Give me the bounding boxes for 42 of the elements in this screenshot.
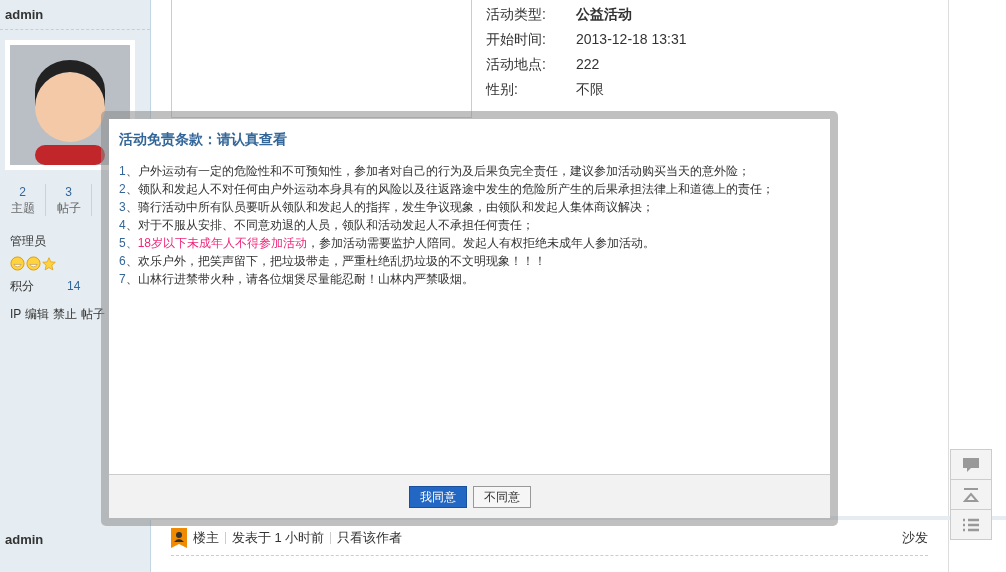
star-icon bbox=[42, 256, 56, 271]
term-text: 4、对于不服从安排、不同意劝退的人员，领队和活动发起人不承担任何责任； bbox=[119, 217, 535, 234]
info-value: 222 bbox=[576, 55, 600, 74]
user-group: 管理员 bbox=[10, 232, 46, 250]
info-label: 性别: bbox=[486, 80, 519, 99]
info-label: 活动类型: bbox=[486, 5, 547, 24]
info-value: 公益活动 bbox=[576, 5, 632, 24]
list-icon[interactable] bbox=[950, 509, 992, 540]
stat-label: 帖子 bbox=[56, 200, 81, 216]
action-link[interactable]: IP bbox=[10, 305, 22, 323]
term-text: 2、领队和发起人不对任何由户外运动本身具有的风险以及往返路途中发生的危险所产生的后果承担法律上和道德上的责任； bbox=[119, 181, 775, 198]
author-only-link[interactable]: 只看该作者 bbox=[337, 527, 403, 548]
username[interactable]: admin bbox=[5, 532, 44, 547]
author-label: 楼主 bbox=[193, 528, 219, 547]
term-text: 1、户外运动有一定的危险性和不可预知性，参加者对自己的行为及后果负完全责任，建议参加活动购买当天的意外险； bbox=[119, 163, 751, 180]
floor-label: 沙发 bbox=[902, 528, 928, 547]
username[interactable]: admin bbox=[5, 4, 44, 25]
info-label: 活动地点: bbox=[486, 55, 547, 74]
agree-button[interactable]: 我同意 bbox=[408, 485, 467, 508]
term-text: 7、山林行进禁带火种，请各位烟煲尽量能忍耐！山林内严禁吸烟。 bbox=[119, 271, 475, 288]
info-value: 不限 bbox=[576, 80, 604, 99]
smiley-icon bbox=[10, 256, 25, 271]
stat-value[interactable]: 2 bbox=[19, 184, 26, 200]
term-text: 3、骑行活动中所有队员要听从领队和发起人的指挥，发生争议现象，由领队和发起人集体商议解决； bbox=[119, 199, 655, 216]
comment-icon[interactable] bbox=[950, 449, 992, 480]
points-value[interactable]: 14 bbox=[67, 277, 81, 295]
author-icon bbox=[171, 527, 187, 548]
info-label: 开始时间: bbox=[486, 30, 547, 49]
action-link[interactable]: 禁止 bbox=[53, 305, 78, 323]
post-time: 发表于 1 小时前 bbox=[232, 528, 325, 547]
term-text: 5、18岁以下未成年人不得参加活动，参加活动需要监护人陪同。发起人有权拒绝未成年人参加活动。 bbox=[119, 235, 657, 252]
disagree-button[interactable]: 不同意 bbox=[472, 485, 531, 508]
smiley-icon bbox=[26, 256, 41, 271]
info-value: 2013-12-18 13:31 bbox=[576, 30, 687, 49]
points-label: 积分 bbox=[10, 278, 35, 295]
action-link[interactable]: 帖子 bbox=[81, 305, 106, 323]
term-text: 6、欢乐户外，把笑声留下，把垃圾带走，严重杜绝乱扔垃圾的不文明现象！！！ bbox=[119, 253, 547, 270]
dialog-title: 活动免责条款：请认真查看 bbox=[119, 130, 288, 149]
action-link[interactable]: 编辑 bbox=[25, 305, 50, 323]
stat-label: 主题 bbox=[10, 200, 35, 216]
back-to-top-icon[interactable] bbox=[950, 479, 992, 510]
stat-value[interactable]: 3 bbox=[65, 184, 72, 200]
